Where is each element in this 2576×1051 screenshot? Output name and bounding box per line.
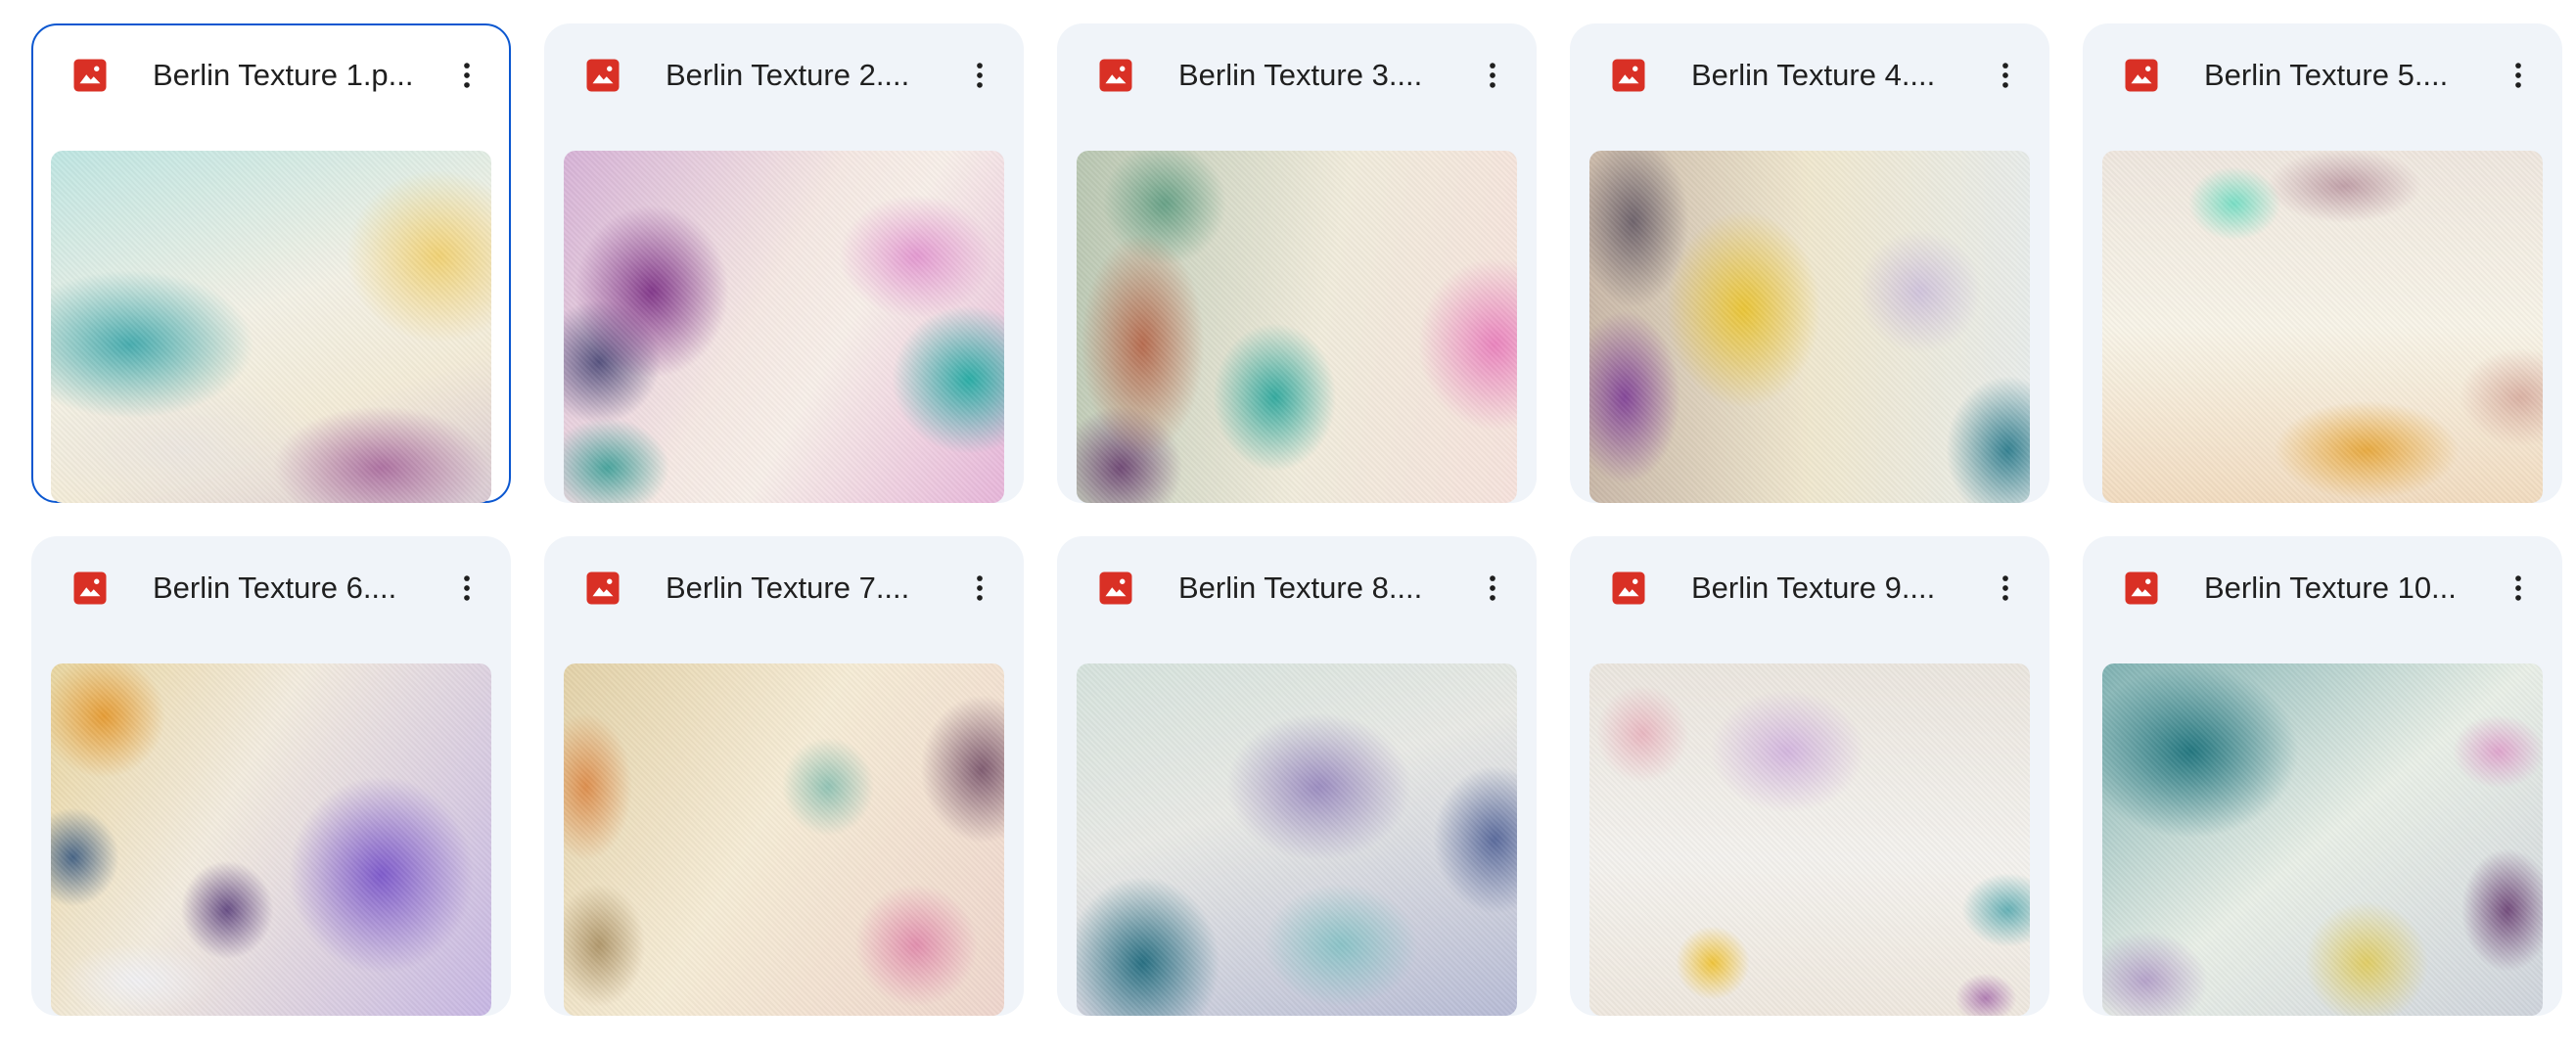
more-vert-icon <box>2002 575 2008 601</box>
file-thumbnail[interactable] <box>1077 663 1517 1016</box>
file-card[interactable]: Berlin Texture 2.... <box>544 23 1024 503</box>
file-card[interactable]: Berlin Texture 10... <box>2083 536 2562 1016</box>
more-vert-icon <box>977 63 983 88</box>
image-file-icon <box>1098 571 1133 606</box>
more-options-button[interactable] <box>955 51 1004 100</box>
more-vert-icon <box>977 575 983 601</box>
file-thumbnail[interactable] <box>1077 151 1517 503</box>
image-file-icon <box>72 58 108 93</box>
file-card[interactable]: Berlin Texture 6.... <box>31 536 511 1016</box>
file-card[interactable]: Berlin Texture 4.... <box>1570 23 2049 503</box>
more-vert-icon <box>2002 63 2008 88</box>
file-card-header: Berlin Texture 2.... <box>544 23 1024 121</box>
file-card[interactable]: Berlin Texture 7.... <box>544 536 1024 1016</box>
more-options-button[interactable] <box>2494 564 2543 613</box>
file-card-header: Berlin Texture 6.... <box>31 536 511 634</box>
file-thumbnail[interactable] <box>51 663 491 1016</box>
file-card-header: Berlin Texture 5.... <box>2083 23 2562 121</box>
file-thumbnail[interactable] <box>51 151 491 503</box>
more-vert-icon <box>2515 63 2521 88</box>
file-thumbnail[interactable] <box>564 151 1004 503</box>
file-name: Berlin Texture 1.p... <box>153 58 414 92</box>
file-card-header: Berlin Texture 7.... <box>544 536 1024 634</box>
file-name: Berlin Texture 6.... <box>153 571 397 605</box>
file-card[interactable]: Berlin Texture 5.... <box>2083 23 2562 503</box>
more-options-button[interactable] <box>1981 564 2030 613</box>
image-file-icon <box>585 571 621 606</box>
file-grid: Berlin Texture 1.p... Berlin Texture 2..… <box>0 0 2576 1051</box>
image-file-icon <box>1098 58 1133 93</box>
image-file-icon <box>2124 571 2159 606</box>
file-thumbnail[interactable] <box>564 663 1004 1016</box>
file-card-header: Berlin Texture 10... <box>2083 536 2562 634</box>
image-file-icon <box>2124 58 2159 93</box>
file-card[interactable]: Berlin Texture 8.... <box>1057 536 1537 1016</box>
file-name: Berlin Texture 3.... <box>1178 58 1423 92</box>
more-vert-icon <box>464 575 470 601</box>
file-card[interactable]: Berlin Texture 3.... <box>1057 23 1537 503</box>
file-name: Berlin Texture 4.... <box>1691 58 1936 92</box>
file-card-header: Berlin Texture 4.... <box>1570 23 2049 121</box>
file-card-header: Berlin Texture 8.... <box>1057 536 1537 634</box>
more-vert-icon <box>2515 575 2521 601</box>
file-card[interactable]: Berlin Texture 9.... <box>1570 536 2049 1016</box>
more-options-button[interactable] <box>442 564 491 613</box>
more-options-button[interactable] <box>1468 51 1517 100</box>
file-name: Berlin Texture 7.... <box>666 571 910 605</box>
image-file-icon <box>72 571 108 606</box>
more-options-button[interactable] <box>1468 564 1517 613</box>
file-name: Berlin Texture 2.... <box>666 58 910 92</box>
image-file-icon <box>1611 571 1646 606</box>
more-options-button[interactable] <box>955 564 1004 613</box>
file-card[interactable]: Berlin Texture 1.p... <box>31 23 511 503</box>
file-card-header: Berlin Texture 9.... <box>1570 536 2049 634</box>
image-file-icon <box>1611 58 1646 93</box>
more-options-button[interactable] <box>2494 51 2543 100</box>
more-vert-icon <box>464 63 470 88</box>
file-thumbnail[interactable] <box>1589 151 2030 503</box>
more-vert-icon <box>1490 63 1495 88</box>
file-thumbnail[interactable] <box>1589 663 2030 1016</box>
file-thumbnail[interactable] <box>2102 151 2543 503</box>
file-name: Berlin Texture 9.... <box>1691 571 1936 605</box>
file-card-header: Berlin Texture 3.... <box>1057 23 1537 121</box>
more-options-button[interactable] <box>442 51 491 100</box>
file-card-header: Berlin Texture 1.p... <box>33 25 509 123</box>
more-vert-icon <box>1490 575 1495 601</box>
file-name: Berlin Texture 5.... <box>2204 58 2449 92</box>
file-name: Berlin Texture 8.... <box>1178 571 1423 605</box>
file-thumbnail[interactable] <box>2102 663 2543 1016</box>
more-options-button[interactable] <box>1981 51 2030 100</box>
file-name: Berlin Texture 10... <box>2204 571 2457 605</box>
image-file-icon <box>585 58 621 93</box>
